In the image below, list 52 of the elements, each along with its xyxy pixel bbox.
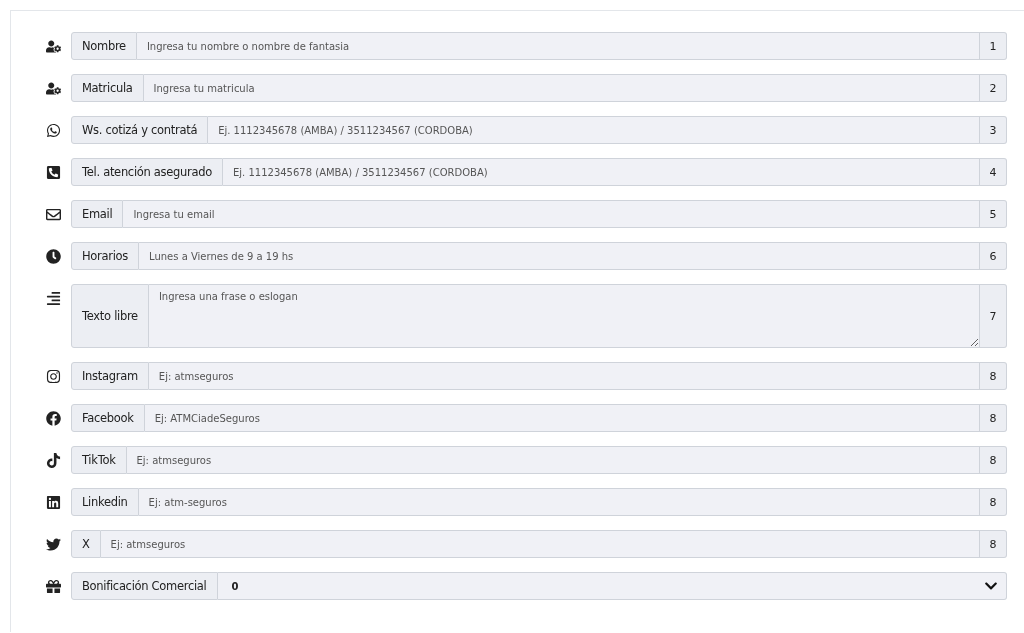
text-field[interactable]: Ingresa tu email — [123, 200, 980, 228]
text-field[interactable]: Ej. 1112345678 (AMBA) / 3511234567 (CORDOBA) — [223, 158, 980, 186]
field-number: 5 — [980, 200, 1007, 228]
field-label: Email — [71, 200, 124, 228]
user-gear-icon — [45, 38, 61, 54]
field-number: 1 — [980, 32, 1007, 60]
field-number: 8 — [980, 530, 1007, 558]
user-gear-icon — [45, 80, 61, 96]
whatsapp-icon — [45, 122, 61, 138]
text-field[interactable]: Ej: atmseguros — [100, 530, 980, 558]
field-label: Texto libre — [71, 284, 149, 348]
select-value: 0 — [231, 580, 239, 592]
text-field[interactable]: Ej. 1112345678 (AMBA) / 3511234567 (CORDOBA) — [208, 116, 980, 144]
lines-icon — [45, 290, 61, 306]
text-field[interactable]: Lunes a Viernes de 9 a 19 hs — [139, 242, 980, 270]
field-label: Tel. atención asegurado — [71, 158, 223, 186]
field-label: TikTok — [71, 446, 127, 474]
text-field[interactable]: Ingresa tu matricula — [143, 74, 980, 102]
field-number: 4 — [980, 158, 1007, 186]
tiktok-icon — [45, 452, 61, 468]
field-number: 3 — [980, 116, 1007, 144]
field-label: Bonificación Comercial — [71, 572, 218, 600]
field-number: 8 — [980, 404, 1007, 432]
facebook-icon — [45, 410, 61, 426]
gift-icon — [45, 578, 61, 594]
select-field[interactable]: 0 — [217, 572, 1007, 600]
clock-icon — [45, 248, 61, 264]
field-number: 8 — [980, 488, 1007, 516]
field-number: 2 — [980, 74, 1007, 102]
field-label: Matricula — [71, 74, 144, 102]
field-label: Ws. cotizá y contratá — [71, 116, 209, 144]
text-field[interactable]: Ej: atm-seguros — [138, 488, 980, 516]
envelope-icon — [45, 206, 61, 222]
field-label: Instagram — [71, 362, 149, 390]
field-number: 8 — [980, 446, 1007, 474]
field-number: 6 — [980, 242, 1007, 270]
field-label: Horarios — [71, 242, 139, 270]
field-number: 8 — [980, 362, 1007, 390]
text-field[interactable]: Ingresa tu nombre o nombre de fantasia — [136, 32, 980, 60]
field-label: X — [71, 530, 101, 558]
twitter-bird-icon — [45, 536, 61, 552]
text-field[interactable]: Ej: atmseguros — [126, 446, 980, 474]
text-field[interactable]: Ej: atmseguros — [148, 362, 980, 390]
text-field[interactable]: Ej: ATMCiadeSeguros — [144, 404, 980, 432]
field-label: Nombre — [71, 32, 137, 60]
linkedin-icon — [45, 494, 61, 510]
field-label: Facebook — [71, 404, 145, 432]
phone-icon — [45, 164, 61, 180]
field-number: 7 — [980, 284, 1007, 348]
text-area[interactable]: Ingresa una frase o eslogan — [148, 284, 980, 348]
instagram-icon — [45, 368, 61, 384]
field-label: Linkedin — [71, 488, 139, 516]
